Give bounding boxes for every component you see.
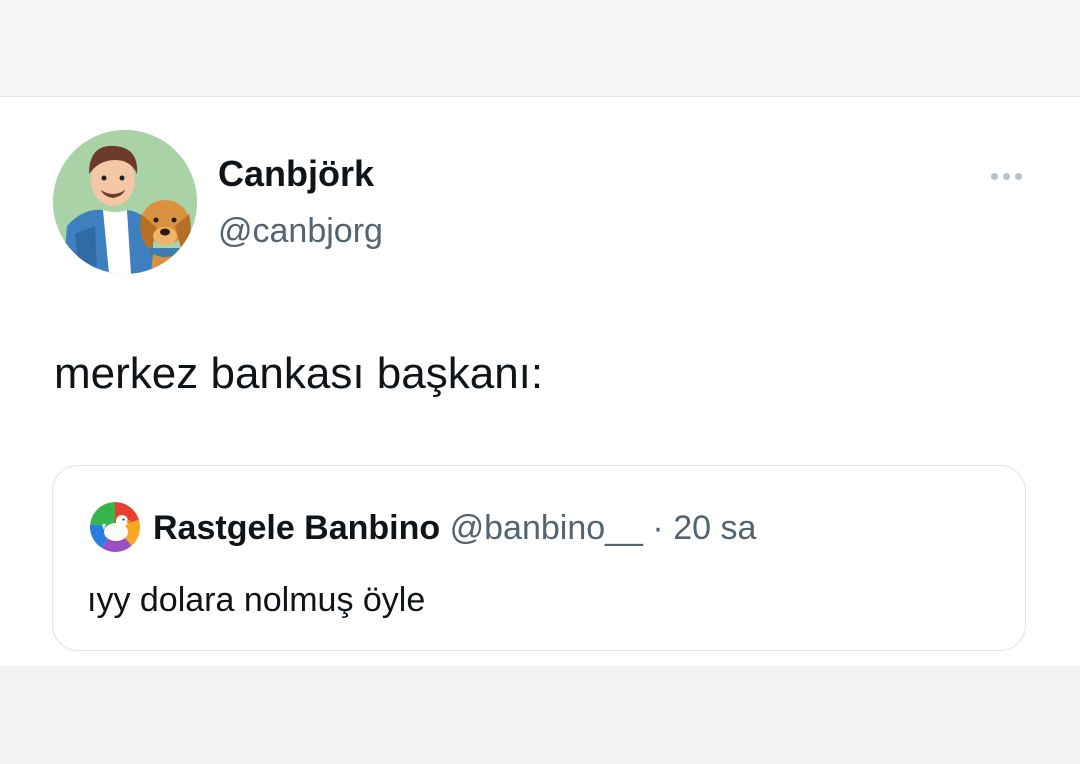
tweet-text: merkez bankası başkanı:: [54, 349, 544, 398]
more-horizontal-icon[interactable]: [982, 165, 1030, 187]
author-display-name[interactable]: Canbjörk: [218, 154, 374, 194]
quoted-author-handle[interactable]: @banbino__: [450, 509, 643, 547]
quoted-tweet-time[interactable]: 20 sa: [673, 509, 756, 547]
top-bar: [0, 0, 1080, 96]
quoted-tweet-text: ıyy dolara nolmuş öyle: [87, 581, 426, 619]
bottom-bar: [0, 666, 1080, 764]
dot: [1014, 172, 1022, 180]
quoted-author-avatar[interactable]: [90, 502, 140, 552]
separator-dot: ·: [652, 509, 664, 547]
author-handle[interactable]: @canbjorg: [218, 211, 383, 251]
quoted-tweet[interactable]: Rastgele Banbino @banbino__ · 20 sa ıyy …: [52, 465, 1026, 651]
dot: [1002, 172, 1010, 180]
tweet-card[interactable]: Canbjörk @canbjorg merkez bankası başkan…: [0, 96, 1080, 667]
dot: [990, 172, 998, 180]
author-avatar[interactable]: [53, 130, 197, 274]
quoted-tweet-header: Rastgele Banbino @banbino__ · 20 sa: [153, 508, 756, 548]
quoted-author-display-name[interactable]: Rastgele Banbino: [153, 509, 440, 547]
